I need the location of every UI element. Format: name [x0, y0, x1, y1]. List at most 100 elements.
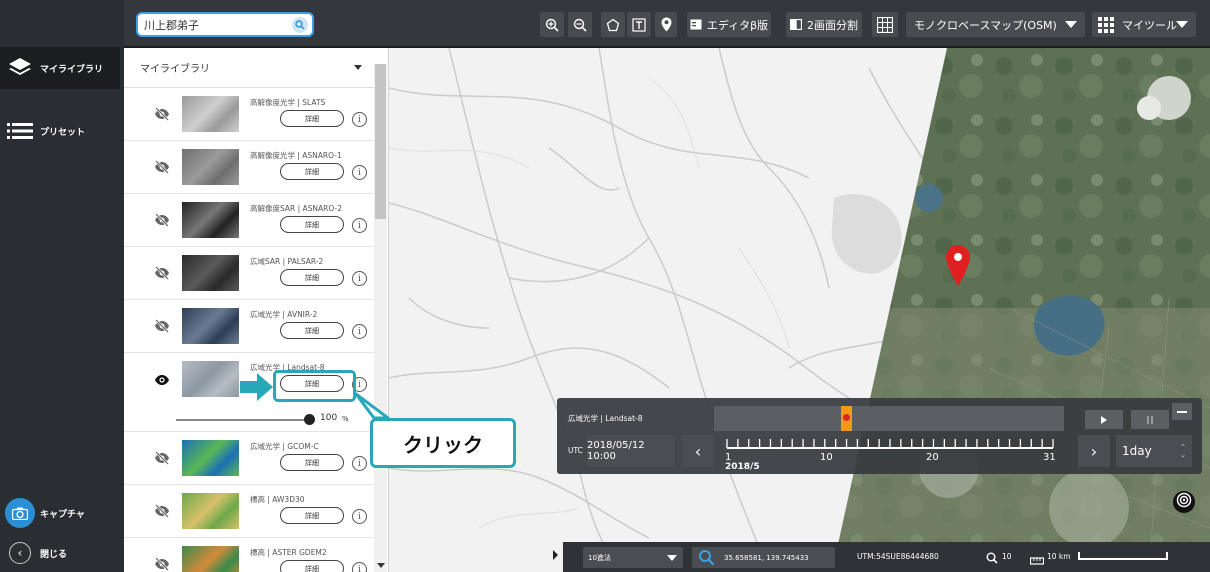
- left-nav: マイライブラリ プリセット キャプチャ ‹ 閉じる: [0, 0, 124, 572]
- zoom-level-value: 10: [1002, 552, 1012, 561]
- ruler-icon: [1029, 551, 1045, 570]
- place-marker-button[interactable]: [655, 12, 677, 37]
- time-step-value: 1day: [1122, 444, 1152, 458]
- map-pin-icon: [661, 17, 672, 32]
- library-header[interactable]: マイライブラリ: [124, 48, 374, 88]
- eye-off-icon[interactable]: [154, 159, 170, 178]
- editor-icon: [690, 19, 702, 30]
- info-icon[interactable]: i: [352, 218, 367, 233]
- eye-off-icon[interactable]: [154, 318, 170, 337]
- eye-off-icon[interactable]: [154, 212, 170, 231]
- editor-label: エディタβ版: [706, 18, 769, 32]
- chevron-down-icon: [667, 555, 677, 561]
- detail-button[interactable]: 詳細: [280, 322, 344, 339]
- library-item[interactable]: 広域光学 | AVNIR-2 詳細 i: [124, 300, 374, 353]
- eye-off-icon[interactable]: [154, 265, 170, 284]
- detail-button[interactable]: 詳細: [280, 163, 344, 180]
- grid-button[interactable]: [872, 12, 898, 37]
- map-canvas[interactable]: [389, 48, 1210, 572]
- draw-polygon-button[interactable]: [601, 12, 625, 37]
- detail-button[interactable]: 詳細: [280, 216, 344, 233]
- minimize-timeline-button[interactable]: [1172, 403, 1192, 420]
- library-item[interactable]: 高解像度光学 | SLATS 詳細 i: [124, 88, 374, 141]
- layer-title: 広域光学 | GCOM-C: [250, 442, 319, 451]
- layer-title: 高解像度光学 | SLATS: [250, 98, 326, 107]
- timeline-day-scale[interactable]: 1 10 20 31 2018/5: [725, 436, 1055, 470]
- search-icon: [698, 549, 715, 568]
- eye-off-icon[interactable]: [154, 106, 170, 125]
- status-bar: 10進法 35.658581, 139.745433 UTM:54SUE8644…: [563, 542, 1210, 572]
- eye-off-icon[interactable]: [154, 450, 170, 469]
- nav-item-my-library[interactable]: マイライブラリ: [0, 47, 120, 89]
- opacity-slider-handle[interactable]: [304, 414, 315, 425]
- info-icon[interactable]: i: [352, 456, 367, 471]
- next-date-button[interactable]: ›: [1078, 435, 1110, 467]
- spinner-arrows-icon: ⌃ ⌄: [1180, 443, 1186, 459]
- scrollbar-thumb[interactable]: [375, 64, 386, 219]
- split-screen-button[interactable]: 2画面分割: [786, 12, 862, 37]
- detail-button[interactable]: 詳細: [280, 110, 344, 127]
- timeline-dot-icon: [843, 414, 850, 421]
- search-icon[interactable]: [292, 17, 308, 33]
- timeline-month-label: 2018/5: [725, 462, 760, 470]
- coordinates-field[interactable]: 35.658581, 139.745433: [692, 547, 835, 568]
- capture-label: キャプチャ: [40, 509, 85, 520]
- text-tool-button[interactable]: [627, 12, 651, 37]
- layer-thumbnail: [182, 493, 239, 529]
- library-item[interactable]: 広域光学 | GCOM-C 詳細 i: [124, 432, 374, 485]
- grid-icon: [877, 16, 893, 33]
- time-step-select[interactable]: 1day ⌃ ⌄: [1116, 435, 1192, 467]
- layer-thumbnail: [182, 546, 239, 572]
- timeline-track[interactable]: [714, 406, 1064, 431]
- timeline-datetime[interactable]: 2018/05/12 10:00: [587, 435, 675, 467]
- library-item[interactable]: 高解像度SAR | ASNARO-2 詳細 i: [124, 194, 374, 247]
- library-item[interactable]: 標高 | ASTER GDEM2 詳細 i: [124, 538, 374, 572]
- opacity-slider-track[interactable]: [176, 419, 306, 421]
- play-button[interactable]: [1085, 410, 1123, 429]
- coord-format-select[interactable]: 10進法: [583, 547, 683, 568]
- library-title: マイライブラリ: [140, 64, 210, 75]
- capture-button[interactable]: キャプチャ: [0, 492, 120, 534]
- zoom-out-button[interactable]: [568, 12, 592, 37]
- click-callout: クリック: [370, 418, 516, 468]
- my-location-button[interactable]: [1173, 491, 1195, 513]
- basemap-select[interactable]: モノクロベースマップ(OSM): [906, 12, 1085, 37]
- editor-beta-button[interactable]: エディタβ版: [687, 12, 771, 37]
- library-item[interactable]: 高解像度光学 | ASNARO-1 詳細 i: [124, 141, 374, 194]
- nav-item-presets[interactable]: プリセット: [0, 110, 120, 152]
- info-icon[interactable]: i: [352, 509, 367, 524]
- detail-button[interactable]: 詳細: [280, 507, 344, 524]
- mytools-label: マイツール: [1122, 18, 1177, 32]
- close-panel-button[interactable]: ‹ 閉じる: [0, 532, 120, 572]
- eye-icon[interactable]: [154, 371, 170, 390]
- library-item[interactable]: 広域SAR | PALSAR-2 詳細 i: [124, 247, 374, 300]
- scroll-down-arrow-icon[interactable]: [377, 563, 385, 568]
- info-icon[interactable]: i: [352, 324, 367, 339]
- info-icon[interactable]: i: [352, 112, 367, 127]
- nav-label-presets: プリセット: [40, 127, 86, 138]
- status-expand-arrow-icon[interactable]: [553, 550, 558, 560]
- opacity-value: 100: [320, 413, 338, 423]
- layers-icon: [0, 56, 40, 80]
- info-icon[interactable]: i: [352, 271, 367, 286]
- pause-button[interactable]: [1131, 410, 1169, 429]
- top-toolbar: 川上郡弟子 エディタβ版 2画面分割 モノクロベースマップ(OSM) マイツール: [124, 0, 1210, 48]
- coord-format-value: 10進法: [588, 553, 611, 562]
- info-icon[interactable]: i: [352, 165, 367, 180]
- nav-label-my-library: マイライブラリ: [40, 64, 104, 75]
- library-item[interactable]: 標高 | AW3D30 詳細 i: [124, 485, 374, 538]
- library-scrollbar[interactable]: [374, 64, 387, 572]
- mytools-menu[interactable]: マイツール: [1092, 12, 1196, 37]
- timeline-position-marker[interactable]: [841, 406, 852, 431]
- eye-off-icon[interactable]: [154, 503, 170, 522]
- info-icon[interactable]: i: [352, 562, 367, 572]
- search-input[interactable]: 川上郡弟子: [136, 12, 314, 37]
- app-root: マイライブラリ プリセット キャプチャ ‹ 閉じる 川上郡弟子 エディタβ版 2…: [0, 0, 1210, 572]
- detail-button[interactable]: 詳細: [280, 454, 344, 471]
- detail-button[interactable]: 詳細: [280, 560, 344, 572]
- detail-button[interactable]: 詳細: [280, 269, 344, 286]
- zoom-in-button[interactable]: [540, 12, 564, 37]
- prev-date-button[interactable]: ‹: [682, 435, 714, 467]
- eye-off-icon[interactable]: [154, 556, 170, 572]
- map-view[interactable]: [389, 48, 1210, 572]
